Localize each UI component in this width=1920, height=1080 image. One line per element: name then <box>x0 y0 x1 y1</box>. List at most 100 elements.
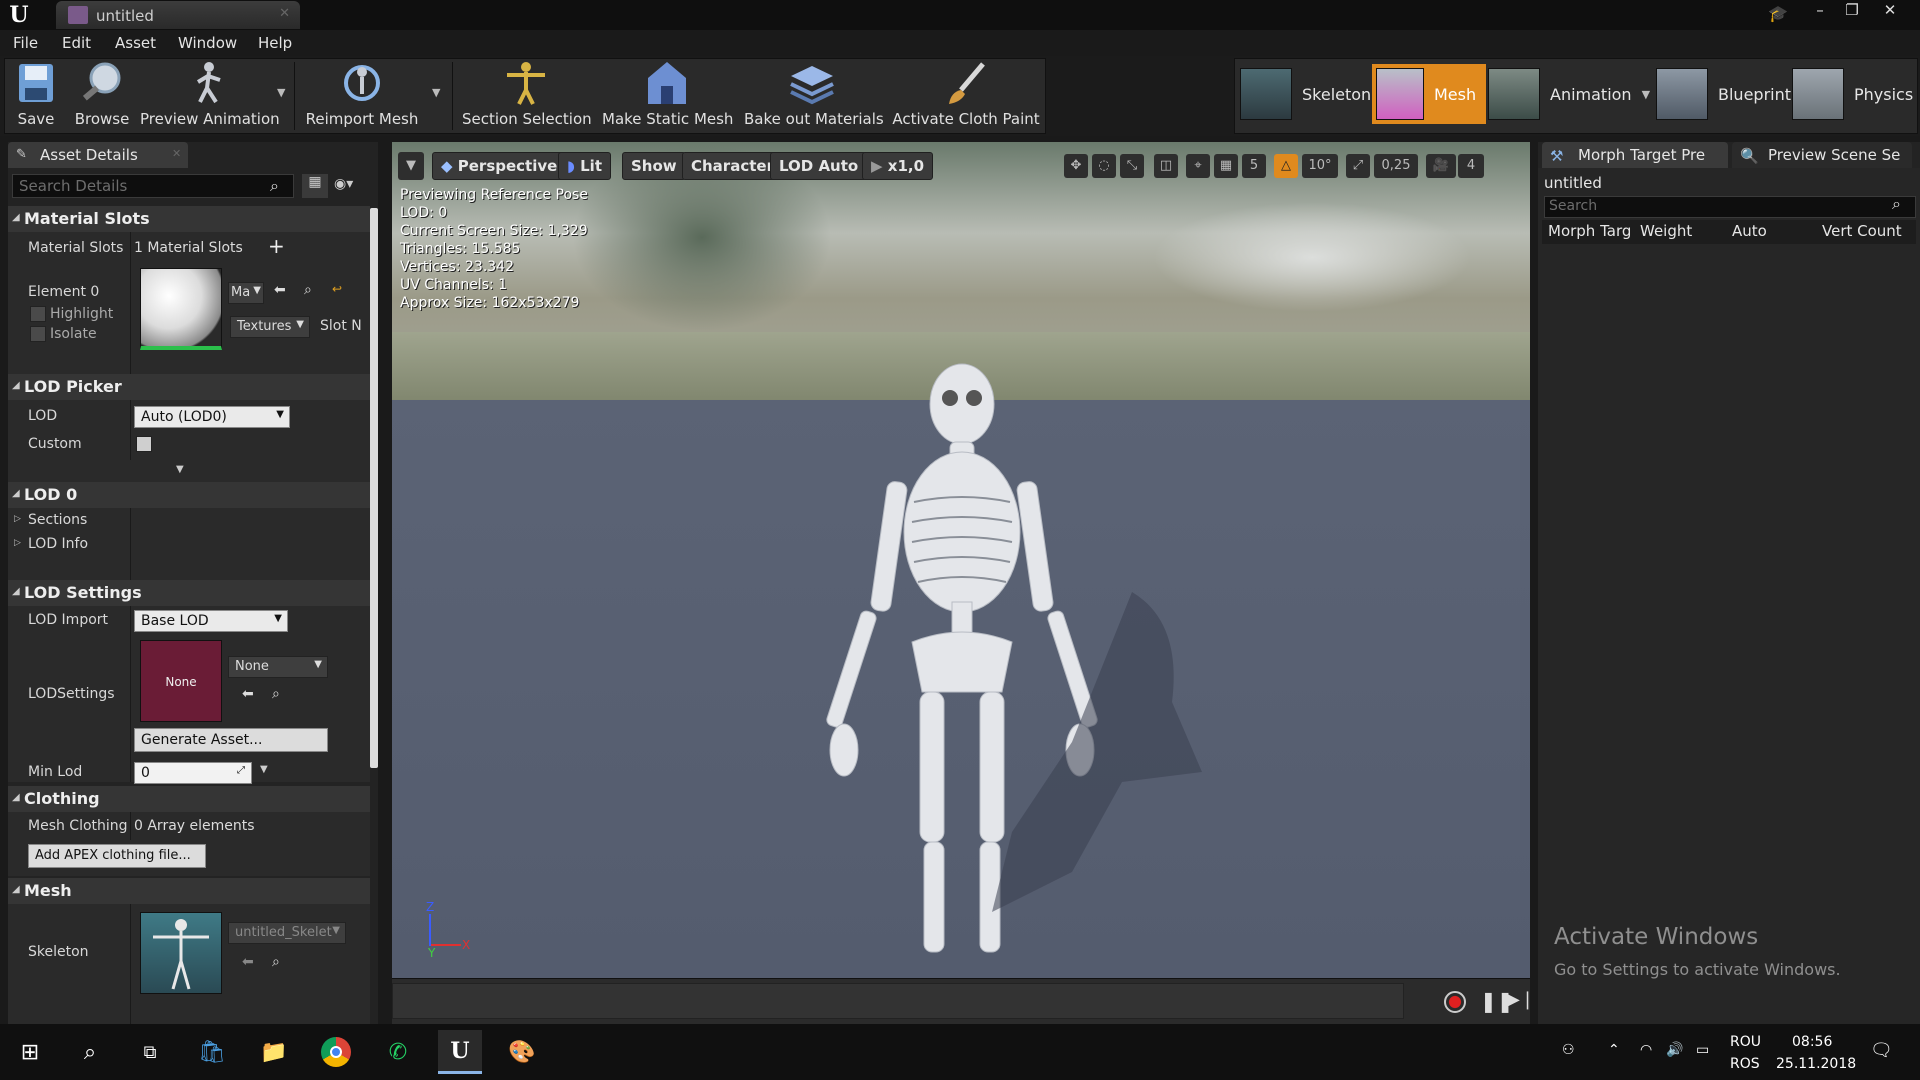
lodsettings-thumbnail[interactable]: None <box>140 640 222 722</box>
menu-help[interactable]: Help <box>258 34 292 52</box>
language-bottom[interactable]: ROS <box>1730 1056 1760 1072</box>
whatsapp-icon[interactable]: ✆ <box>376 1030 420 1074</box>
column-auto[interactable]: Auto <box>1732 222 1767 246</box>
mode-animation[interactable]: Animation ▼ <box>1488 64 1660 124</box>
character-button[interactable]: Character <box>682 152 783 180</box>
tab-morph-target-preview[interactable]: ⚒ Morph Target Pre <box>1542 142 1728 168</box>
rotate-icon[interactable]: ◌ <box>1092 154 1116 178</box>
learn-icon[interactable]: 🎓 <box>1768 4 1790 23</box>
details-scrollbar[interactable] <box>370 208 378 768</box>
camera-speed-icon[interactable]: 🎥 <box>1426 154 1456 178</box>
morph-search-input[interactable]: Search <box>1544 196 1916 218</box>
world-local-icon[interactable]: ◫ <box>1154 154 1178 178</box>
reimport-mesh-button[interactable]: Reimport Mesh <box>302 60 422 132</box>
rotation-snap-value[interactable]: 10° <box>1302 154 1338 178</box>
preview-animation-button[interactable]: Preview Animation <box>140 60 280 132</box>
minimize-button[interactable]: – <box>1804 0 1836 22</box>
people-icon[interactable]: ⚇ <box>1562 1042 1575 1058</box>
search-icon[interactable]: ⌕ <box>68 1030 112 1074</box>
asset-details-tab[interactable]: ✎ Asset Details ✕ <box>8 142 188 168</box>
bake-out-materials-button[interactable]: Bake out Materials <box>744 60 884 132</box>
expand-triangle-icon[interactable]: ▷ <box>14 514 21 524</box>
expand-triangle-icon[interactable]: ▷ <box>14 538 21 548</box>
make-static-mesh-button[interactable]: Make Static Mesh <box>602 60 733 132</box>
rotation-snap-icon[interactable]: △ <box>1274 154 1298 178</box>
document-tab[interactable]: untitled ✕ <box>56 1 300 29</box>
mode-skeleton[interactable]: Skeleton <box>1240 64 1381 124</box>
step-forward-icon[interactable]: ▶❘ <box>1506 989 1535 1010</box>
store-app-icon[interactable]: 🛍 <box>190 1030 234 1074</box>
unreal-logo-icon[interactable]: U <box>4 2 34 28</box>
min-lod-input[interactable]: 0 ⤢ <box>134 762 252 784</box>
grid-snap-value[interactable]: 5 <box>1242 154 1266 178</box>
lod-import-dropdown[interactable]: Base LOD ▼ <box>134 610 288 632</box>
animation-dropdown-icon[interactable]: ▼ <box>1642 88 1650 101</box>
chrome-icon[interactable] <box>314 1030 358 1074</box>
scale-icon[interactable]: ⤡ <box>1120 154 1144 178</box>
tab-preview-scene-settings[interactable]: 🔍 Preview Scene Se <box>1732 142 1912 168</box>
mode-mesh[interactable]: Mesh <box>1372 64 1487 124</box>
close-window-button[interactable]: ✕ <box>1874 0 1906 22</box>
add-material-slot-icon[interactable]: + <box>268 234 285 258</box>
column-morph-target[interactable]: Morph Targ <box>1548 222 1630 246</box>
tray-expand-icon[interactable]: ⌃ <box>1608 1042 1620 1058</box>
battery-icon[interactable]: ▭ <box>1696 1042 1709 1058</box>
material-thumbnail[interactable] <box>140 268 222 350</box>
lod-dropdown[interactable]: Auto (LOD0) ▼ <box>134 406 290 428</box>
use-selected-arrow-icon[interactable]: ⬅ <box>242 686 254 702</box>
clothing-header[interactable]: ◢ Clothing <box>8 786 370 812</box>
network-icon[interactable]: ◠ <box>1640 1042 1652 1058</box>
use-selected-arrow-icon[interactable]: ⬅ <box>242 954 254 970</box>
custom-checkbox[interactable] <box>136 436 152 452</box>
perspective-button[interactable]: ◆ Perspective <box>432 152 567 180</box>
menu-asset[interactable]: Asset <box>115 34 156 52</box>
lod0-header[interactable]: ◢ LOD 0 <box>8 482 370 508</box>
chevron-down-icon[interactable]: ▼ <box>260 764 268 775</box>
visibility-eye-icon[interactable]: ◉▾ <box>334 176 374 196</box>
isolate-checkbox[interactable] <box>30 326 46 342</box>
lodsettings-dropdown[interactable]: None ▼ <box>228 656 328 678</box>
timeline-scrubber[interactable] <box>392 983 1404 1019</box>
highlight-checkbox[interactable] <box>30 306 46 322</box>
close-tab-icon[interactable]: ✕ <box>172 147 181 160</box>
grid-view-icon[interactable]: ▦ <box>302 174 328 198</box>
grid-snap-icon[interactable]: ▦ <box>1214 154 1238 178</box>
show-button[interactable]: Show <box>622 152 686 180</box>
lod-settings-header[interactable]: ◢ LOD Settings <box>8 580 370 606</box>
preview-animation-dropdown-icon[interactable]: ▼ <box>277 86 285 99</box>
search-details-input[interactable]: Search Details <box>12 174 294 198</box>
spin-arrows-icon[interactable]: ⤢ <box>237 765 245 776</box>
notifications-icon[interactable]: 🗨 <box>1870 1040 1893 1061</box>
unreal-editor-taskbar-icon[interactable]: U <box>438 1030 482 1074</box>
browse-magnifier-icon[interactable]: ⌕ <box>272 686 280 702</box>
lod-picker-header[interactable]: ◢ LOD Picker <box>8 374 370 400</box>
column-weight[interactable]: Weight <box>1640 222 1692 246</box>
menu-edit[interactable]: Edit <box>62 34 91 52</box>
reimport-dropdown-icon[interactable]: ▼ <box>432 86 440 99</box>
expand-advanced-icon[interactable]: ▼ <box>176 464 184 475</box>
section-selection-button[interactable]: Section Selection <box>462 60 592 132</box>
task-view-icon[interactable]: ⧉ <box>128 1030 172 1074</box>
language-top[interactable]: ROU <box>1730 1034 1761 1050</box>
lit-button[interactable]: ◗ Lit <box>558 152 611 180</box>
mode-physics[interactable]: Physics <box>1792 64 1920 124</box>
windows-start-icon[interactable]: ⊞ <box>8 1030 52 1074</box>
save-button[interactable]: Save <box>8 60 64 132</box>
skeleton-thumbnail[interactable] <box>140 912 222 994</box>
clock-time[interactable]: 08:56 <box>1792 1034 1832 1050</box>
playback-speed-button[interactable]: ▶ x1,0 <box>862 152 934 180</box>
file-explorer-icon[interactable]: 📁 <box>252 1030 296 1074</box>
sections-label[interactable]: Sections <box>28 512 87 528</box>
generate-asset-button[interactable]: Generate Asset... <box>134 728 328 752</box>
clock-date[interactable]: 25.11.2018 <box>1776 1056 1856 1072</box>
material-slots-header[interactable]: ◢ Material Slots <box>8 206 370 232</box>
restore-button[interactable]: ❐ <box>1836 0 1868 22</box>
scale-snap-icon[interactable]: ⤢ <box>1346 154 1370 178</box>
textures-dropdown[interactable]: Textures ▼ <box>230 316 310 338</box>
browse-button[interactable]: Browse <box>72 60 132 132</box>
browse-magnifier-icon[interactable]: ⌕ <box>304 282 312 298</box>
material-dropdown[interactable]: Ma ▼ <box>228 282 264 304</box>
paint-app-icon[interactable]: 🎨 <box>500 1030 544 1074</box>
mode-blueprint[interactable]: Blueprint <box>1656 64 1801 124</box>
lod-info-label[interactable]: LOD Info <box>28 536 88 552</box>
